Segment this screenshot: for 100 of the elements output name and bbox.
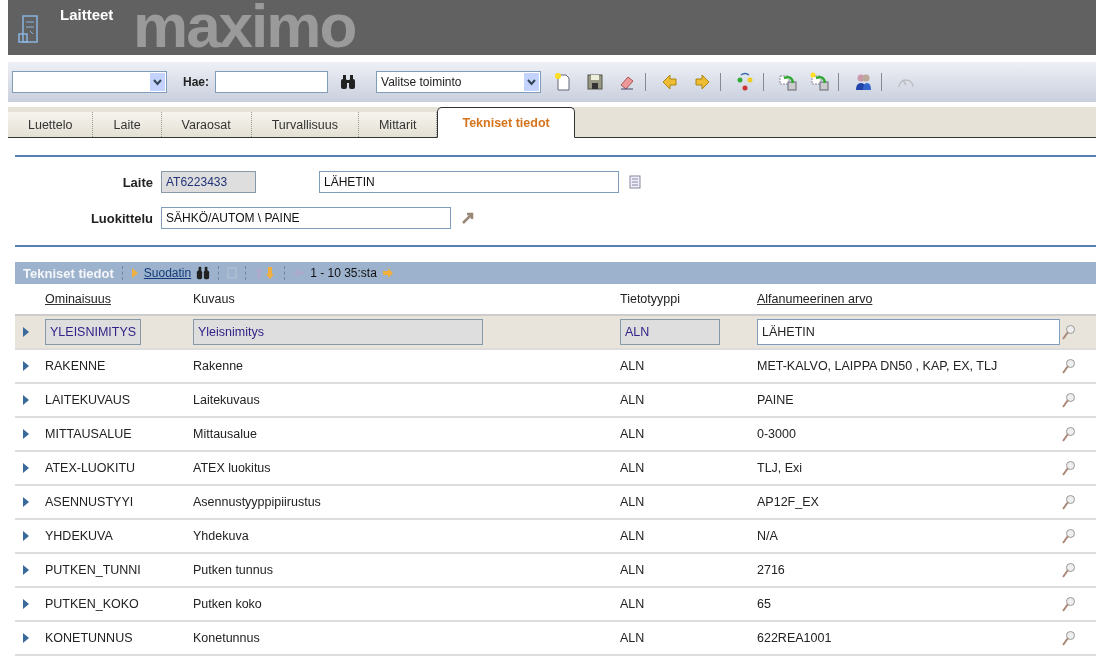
people-icon[interactable] — [853, 72, 873, 92]
table-row[interactable]: ATEX-LUOKITU ATEX luokitus ALN TLJ, Exi — [15, 452, 1096, 486]
dropdown-icon[interactable] — [524, 73, 539, 91]
table-field[interactable]: ALN — [620, 319, 720, 345]
device-id-field[interactable]: AT6223433 — [161, 171, 256, 193]
search-label: Hae: — [183, 75, 209, 89]
filter-link[interactable]: Suodatin — [143, 266, 192, 280]
table-cell: ALN — [620, 563, 645, 577]
search-icon[interactable] — [1062, 596, 1076, 612]
arrow-icon[interactable] — [461, 211, 475, 225]
table-cell: PUTKEN_TUNNI — [45, 563, 141, 577]
table-cell: 622REA1001 — [757, 631, 832, 645]
table-cell: Putken koko — [193, 597, 262, 611]
tab[interactable]: Varaosat — [161, 112, 252, 137]
table-cell: Rakenne — [193, 359, 244, 373]
tab[interactable]: Mittarit — [358, 112, 438, 137]
new-icon[interactable] — [553, 72, 573, 92]
expand-icon[interactable] — [23, 633, 29, 643]
table-cell: Yhdekuva — [193, 529, 249, 543]
search-icon[interactable] — [1062, 460, 1076, 476]
tab[interactable]: Luettelo — [8, 112, 94, 137]
table-cell: Laitekuvaus — [193, 393, 260, 407]
table-cell: ASENNUSTYYI — [45, 495, 134, 509]
table-cell: TLJ, Exi — [757, 461, 803, 475]
expand-icon[interactable] — [23, 361, 29, 371]
table-cell: LAITEKUVAUS — [45, 393, 131, 407]
search-field[interactable] — [215, 71, 328, 93]
save-icon[interactable] — [585, 72, 605, 92]
table-cell: ALN — [620, 359, 645, 373]
table-row[interactable]: LAITEKUVAUS Laitekuvaus ALN PAINE — [15, 384, 1096, 418]
table-cell: Konetunnus — [193, 631, 260, 645]
table-cell: ALN — [620, 393, 645, 407]
table-cell: RAKENNE — [45, 359, 106, 373]
table-cell: PUTKEN_KOKO — [45, 597, 139, 611]
search-icon[interactable] — [1062, 392, 1076, 408]
description-field[interactable]: LÄHETIN — [319, 171, 619, 193]
table-cell: 0-3000 — [757, 427, 796, 441]
copy-move-icon[interactable] — [810, 72, 830, 92]
table-cell: KONETUNNUS — [45, 631, 133, 645]
column-header: Kuvaus — [193, 292, 235, 306]
field-label: Luokittelu — [89, 210, 153, 226]
expand-icon[interactable] — [23, 327, 29, 337]
expand-icon[interactable] — [23, 429, 29, 439]
refresh-icon[interactable] — [735, 72, 755, 92]
binoculars-icon[interactable] — [340, 74, 356, 90]
table-row[interactable]: MITTAUSALUE Mittausalue ALN 0-3000 — [15, 418, 1096, 452]
column-header: Tietotyyppi — [620, 292, 680, 306]
table-row[interactable]: YHDEKUVA Yhdekuva ALN N/A — [15, 520, 1096, 554]
action-select[interactable]: Valitse toiminto — [376, 71, 541, 93]
device-icon — [18, 14, 40, 46]
long-description-icon[interactable] — [629, 175, 641, 189]
right-arrow-icon[interactable] — [692, 72, 712, 92]
expand-icon[interactable] — [23, 565, 29, 575]
expand-icon[interactable] — [23, 463, 29, 473]
table-cell: YHDEKUVA — [45, 529, 113, 543]
expand-icon[interactable] — [23, 599, 29, 609]
table-cell: MITTAUSALUE — [45, 427, 132, 441]
table-cell: 65 — [757, 597, 771, 611]
table-field[interactable]: Yleisnimitys — [193, 319, 483, 345]
table-row[interactable]: YLEISNIMITYS Yleisnimitys ALN LÄHETIN — [15, 316, 1096, 350]
search-icon[interactable] — [1062, 528, 1076, 544]
table-cell: ALN — [620, 529, 645, 543]
table-cell: MET-KALVO, LAIPPA DN50 , KAP, EX, TLJ — [757, 359, 998, 373]
classification-field[interactable]: SÄHKÖ/AUTOM \ PAINE — [161, 207, 451, 229]
column-header[interactable]: Alfanumeerinen arvo — [757, 292, 873, 306]
table-cell: Putken tunnus — [193, 563, 273, 577]
search-icon[interactable] — [1062, 426, 1076, 442]
table-row[interactable]: PUTKEN_TUNNI Putken tunnus ALN 2716 — [15, 554, 1096, 588]
table-row[interactable]: ASENNUSTYYI Asennustyyppipiirustus ALN AP12F_EX — [15, 486, 1096, 520]
table-cell: 2716 — [757, 563, 785, 577]
field-label: Laite — [121, 174, 153, 190]
table-cell: AP12F_EX — [757, 495, 819, 509]
search-icon[interactable] — [1062, 324, 1076, 340]
paging-text: 1 - 10 35:sta — [310, 266, 377, 280]
table-cell: ALN — [620, 597, 645, 611]
expand-icon[interactable] — [23, 531, 29, 541]
column-header[interactable]: Ominaisuus — [45, 292, 111, 306]
logo: maximo — [133, 0, 356, 55]
table-cell: Mittausalue — [193, 427, 257, 441]
search-icon[interactable] — [1062, 358, 1076, 374]
table-row[interactable]: RAKENNE Rakenne ALN MET-KALVO, LAIPPA DN50 , KAP, EX, TLJ — [15, 350, 1096, 384]
search-icon[interactable] — [1062, 562, 1076, 578]
expand-icon[interactable] — [23, 395, 29, 405]
table-row[interactable]: KONETUNNUS Konetunnus ALN 622REA1001 — [15, 622, 1096, 656]
left-arrow-icon[interactable] — [660, 72, 680, 92]
search-icon[interactable] — [1062, 494, 1076, 510]
table-row[interactable]: PUTKEN_KOKO Putken koko ALN 65 — [15, 588, 1096, 622]
table-title: Tekniset tiedot — [23, 265, 114, 281]
table-cell: ALN — [620, 427, 645, 441]
move-icon[interactable] — [778, 72, 798, 92]
table-field[interactable]: YLEISNIMITYS — [45, 319, 142, 345]
binoculars-icon[interactable] — [196, 266, 211, 280]
tab[interactable]: Laite — [93, 112, 162, 137]
table-cell: ALN — [620, 631, 645, 645]
search-icon[interactable] — [1062, 630, 1076, 646]
table-cell: Asennustyyppipiirustus — [193, 495, 321, 509]
tab[interactable]: Turvallisuus — [251, 112, 359, 137]
table-field[interactable]: LÄHETIN — [757, 319, 1060, 345]
dropdown-icon[interactable] — [150, 73, 165, 91]
expand-icon[interactable] — [23, 497, 29, 507]
